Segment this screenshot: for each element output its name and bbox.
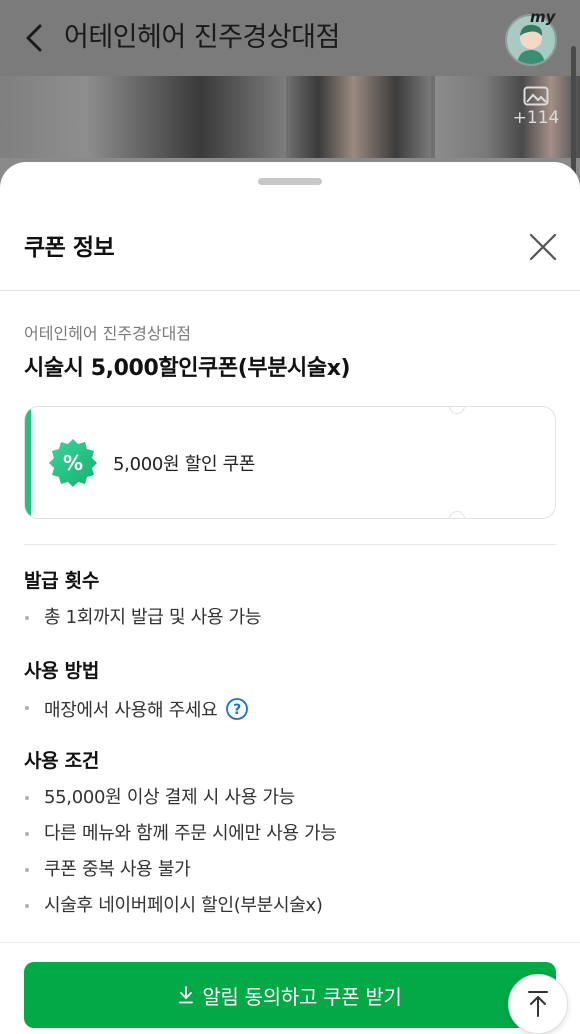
coupon-store-name: 어테인헤어 진주경상대점 [24,324,192,343]
coupon-amount: 5,000원 할인 쿠폰 [113,454,256,475]
usage-method-text: 매장에서 사용해 주세요 [44,700,218,721]
condition-item: 다른 메뉴와 함께 주문 시에만 사용 가능 [24,823,564,845]
coupon-ticket: % 5,000원 할인 쿠폰 [24,406,556,519]
back-button[interactable] [14,18,54,58]
issue-count-section: 발급 횟수 총 1회까지 발급 및 사용 가능 [24,566,564,629]
photo-strip: +114 [0,76,580,158]
divider [24,544,556,545]
ticket-notch [449,511,465,518]
get-coupon-label: 알림 동의하고 쿠폰 받기 [202,984,402,1009]
more-photos[interactable]: +114 [506,86,566,128]
close-button[interactable] [522,226,564,268]
back-arrow-icon [26,24,42,52]
usage-method-heading: 사용 방법 [24,660,100,682]
more-photos-count: +114 [512,108,560,128]
sheet-title: 쿠폰 정보 [24,235,115,261]
percent-badge-icon: % [47,437,99,489]
close-icon [529,233,557,261]
coupon-stripe [25,407,31,518]
coupon-sheet: 쿠폰 정보 어테인헤어 진주경상대점 시술시 5,000할인쿠폰(부분시술x) [0,162,580,1034]
store-title: 어테인헤어 진주경상대점 [64,22,340,53]
svg-text:?: ? [234,702,242,718]
arrow-up-icon [528,991,548,1017]
coupon-name: 시술시 5,000할인쿠폰(부분시술x) [24,356,351,381]
store-header: 어테인헤어 진주경상대점 my [0,0,580,76]
condition-item: 쿠폰 중복 사용 불가 [24,859,564,881]
page: 어테인헤어 진주경상대점 my +114 쿠폰 정보 어테인헤어 진주경상대점 … [0,0,580,1034]
download-icon [179,986,194,1004]
issue-count-item: 총 1회까지 발급 및 사용 가능 [24,607,564,629]
conditions-section: 사용 조건 55,000원 이상 결제 시 사용 가능 다른 메뉴와 함께 주문… [24,746,564,917]
store-photo[interactable] [290,76,432,158]
help-icon[interactable]: ? [225,697,249,721]
my-badge: my [530,8,556,26]
percent-glyph: % [63,451,83,475]
sheet-grabber[interactable] [258,178,322,185]
store-photo[interactable] [0,76,286,158]
scroll-to-top-button[interactable] [508,974,568,1034]
condition-item: 시술후 네이버페이시 할인(부분시술x) [24,895,564,917]
issue-count-heading: 발급 횟수 [24,570,100,592]
store-photo[interactable]: +114 [435,76,580,158]
ticket-notch [449,407,465,414]
conditions-heading: 사용 조건 [24,750,100,772]
usage-method-item: 매장에서 사용해 주세요 ? [24,697,564,722]
divider [0,942,580,943]
condition-item: 55,000원 이상 결제 시 사용 가능 [24,787,564,809]
image-icon [523,86,549,106]
get-coupon-button[interactable]: 알림 동의하고 쿠폰 받기 [24,962,556,1028]
divider [0,290,580,291]
usage-method-section: 사용 방법 매장에서 사용해 주세요 ? [24,656,564,722]
